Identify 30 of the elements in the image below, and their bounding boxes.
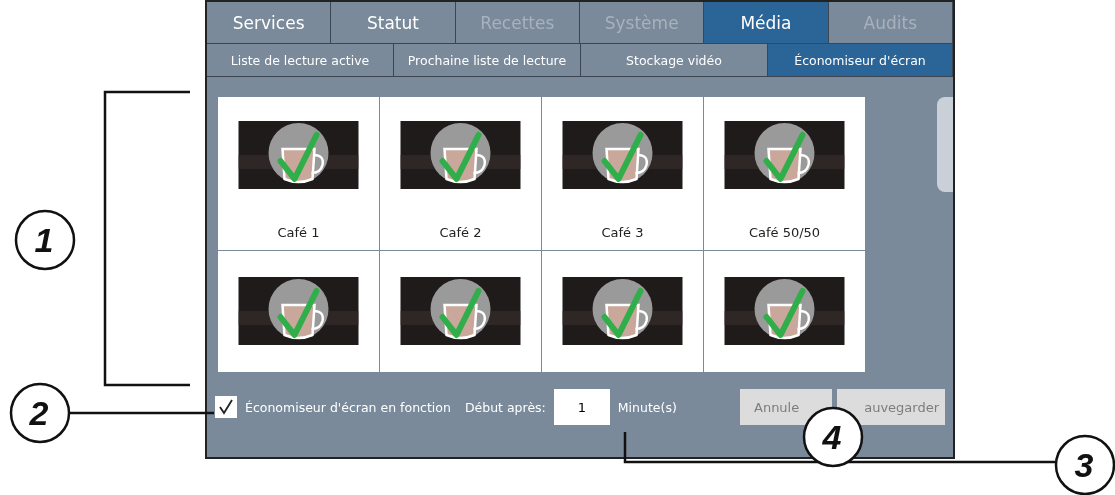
subtab[interactable]: Liste de lecture active	[207, 44, 394, 76]
scrollbar-thumb[interactable]	[937, 97, 953, 192]
tile-label: Café 3	[601, 225, 644, 240]
screensaver-tile[interactable]: Café 1	[218, 97, 379, 250]
screensaver-tile[interactable]	[218, 251, 379, 372]
tab[interactable]: Statut	[331, 2, 456, 44]
tile-label: Café 1	[277, 225, 320, 240]
checkbox-label: Économiseur d'écran en fonction	[245, 399, 451, 415]
tile-label: Café 50/50	[748, 225, 821, 240]
tile-label: Café 2	[439, 225, 482, 240]
unit-label: Minute(s)	[617, 399, 677, 415]
screensaver-tile[interactable]	[704, 251, 865, 372]
callout-number: 3	[1074, 446, 1094, 484]
start-after-label: Début après:	[464, 399, 546, 415]
screensaver-tile[interactable]: Café 3	[542, 97, 703, 250]
screensaver-tile[interactable]	[542, 251, 703, 372]
callout-circle	[802, 406, 864, 468]
screensaver-tile[interactable]: Café 2	[380, 97, 541, 250]
tab[interactable]: Services	[207, 2, 332, 44]
screensaver-tile[interactable]: Café 50/50	[704, 97, 865, 250]
tab[interactable]: Média	[704, 2, 829, 44]
enabled-checkbox[interactable]	[215, 396, 237, 418]
subtab[interactable]: Prochaine liste de lecture	[394, 44, 581, 76]
callout-number: 2	[29, 394, 49, 432]
minutes-field[interactable]: 1	[553, 389, 610, 425]
callout-circle	[14, 209, 76, 271]
subtab[interactable]: Économiseur d'écran	[768, 44, 953, 76]
screensaver-tile[interactable]	[380, 251, 541, 372]
callout-number: 1	[34, 221, 54, 259]
callout-circle	[9, 382, 71, 444]
